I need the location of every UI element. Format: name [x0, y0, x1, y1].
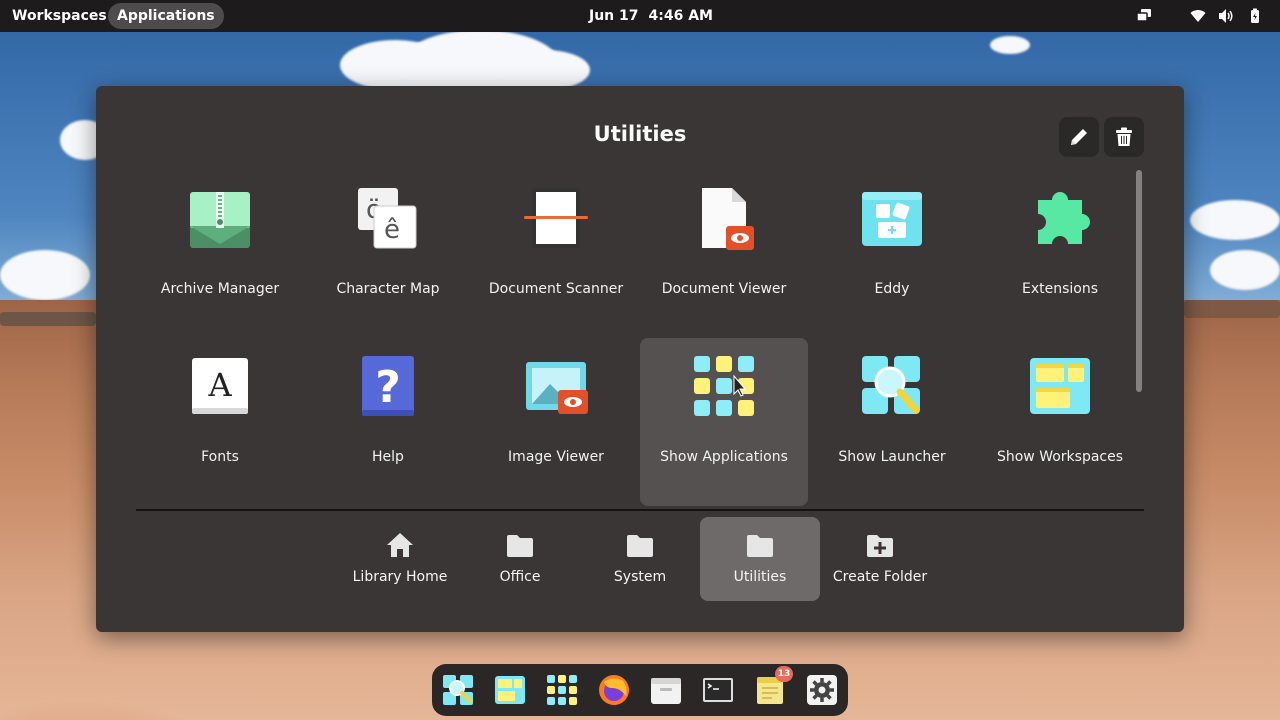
app-launcher: Utilities Archive Manager ê Character Ma…: [96, 86, 1184, 632]
character-map-icon: ö ê: [358, 188, 417, 249]
create-folder-button[interactable]: Create Folder: [820, 517, 940, 601]
show-launcher-icon: [862, 356, 920, 414]
svg-text:ê: ê: [384, 215, 400, 245]
clock[interactable]: Jun 17 4:46 AM: [589, 0, 723, 32]
image-viewer-icon: [526, 362, 588, 414]
notification-badge: 13: [775, 666, 793, 682]
eddy-icon: [862, 192, 922, 246]
applications-button[interactable]: Applications: [108, 3, 224, 29]
app-show-applications[interactable]: Show Applications: [640, 338, 808, 506]
app-document-viewer[interactable]: Document Viewer: [640, 170, 808, 338]
battery-icon[interactable]: [1247, 8, 1263, 24]
settings-icon[interactable]: [806, 674, 838, 706]
date-label: Jun 17: [589, 8, 639, 24]
extensions-icon: [1038, 192, 1090, 244]
applications-grid-icon[interactable]: [546, 674, 578, 706]
workspaces-button[interactable]: Workspaces: [3, 3, 116, 29]
files-icon[interactable]: [650, 674, 682, 706]
firefox-icon[interactable]: [598, 674, 630, 706]
app-fonts[interactable]: A Fonts: [136, 338, 304, 506]
svg-text:A: A: [207, 366, 232, 404]
home-icon: [387, 533, 413, 557]
app-label: Fonts: [201, 449, 239, 465]
document-viewer-icon: [702, 188, 754, 250]
app-archive-manager[interactable]: Archive Manager: [136, 170, 304, 338]
workspaces-icon[interactable]: [494, 674, 526, 706]
folder-icon: [507, 535, 533, 557]
app-show-launcher[interactable]: Show Launcher: [808, 338, 976, 506]
app-eddy[interactable]: Eddy: [808, 170, 976, 338]
folder-bar: Library Home Office System Utilities Cre…: [96, 517, 1184, 601]
launcher-icon[interactable]: [442, 674, 474, 706]
launcher-title: Utilities: [593, 122, 687, 146]
folder-icon: [627, 535, 653, 557]
document-scanner-icon: [524, 188, 588, 248]
folder-system[interactable]: System: [580, 517, 700, 601]
app-label: Image Viewer: [508, 449, 604, 465]
app-show-workspaces[interactable]: Show Workspaces: [976, 338, 1144, 506]
edit-folder-button[interactable]: [1059, 117, 1099, 157]
folder-library-home[interactable]: Library Home: [340, 517, 460, 601]
delete-folder-button[interactable]: [1104, 117, 1144, 157]
divider: [136, 509, 1144, 511]
app-label: Document Viewer: [661, 281, 787, 297]
app-label: Extensions: [1021, 281, 1099, 297]
app-image-viewer[interactable]: Image Viewer: [472, 338, 640, 506]
app-help[interactable]: ? Help: [304, 338, 472, 506]
app-label: Help: [372, 449, 404, 465]
app-label: Show Launcher: [838, 449, 946, 465]
app-label: Archive Manager: [160, 281, 280, 297]
app-document-scanner[interactable]: Document Scanner: [472, 170, 640, 338]
top-panel: Workspaces Applications Jun 17 4:46 AM: [0, 0, 1280, 32]
terminal-icon[interactable]: [702, 674, 734, 706]
help-icon: ?: [362, 356, 414, 416]
display-icon[interactable]: [1136, 8, 1152, 24]
app-label: Document Scanner: [488, 281, 624, 297]
pencil-icon: [1071, 129, 1087, 145]
trash-icon: [1116, 127, 1132, 146]
app-extensions[interactable]: Extensions: [976, 170, 1144, 338]
folder-utilities[interactable]: Utilities: [700, 517, 820, 601]
app-label: Show Workspaces: [996, 449, 1124, 465]
app-label: Character Map: [336, 281, 440, 297]
volume-icon[interactable]: [1218, 8, 1234, 24]
folder-plus-icon: [867, 535, 893, 557]
show-workspaces-icon: [1030, 358, 1090, 414]
fonts-icon: A: [192, 358, 248, 414]
app-label: Show Applications: [660, 449, 788, 465]
show-applications-icon: [694, 356, 754, 416]
folder-label: Create Folder: [832, 569, 928, 585]
app-label: Eddy: [874, 281, 910, 297]
folder-icon: [747, 535, 773, 557]
archive-manager-icon: [190, 192, 250, 248]
svg-text:?: ?: [375, 362, 401, 413]
time-label: 4:46 AM: [648, 8, 713, 24]
folder-office[interactable]: Office: [460, 517, 580, 601]
app-character-map[interactable]: ö ê Character Map: [304, 170, 472, 338]
wifi-icon[interactable]: [1190, 8, 1206, 24]
